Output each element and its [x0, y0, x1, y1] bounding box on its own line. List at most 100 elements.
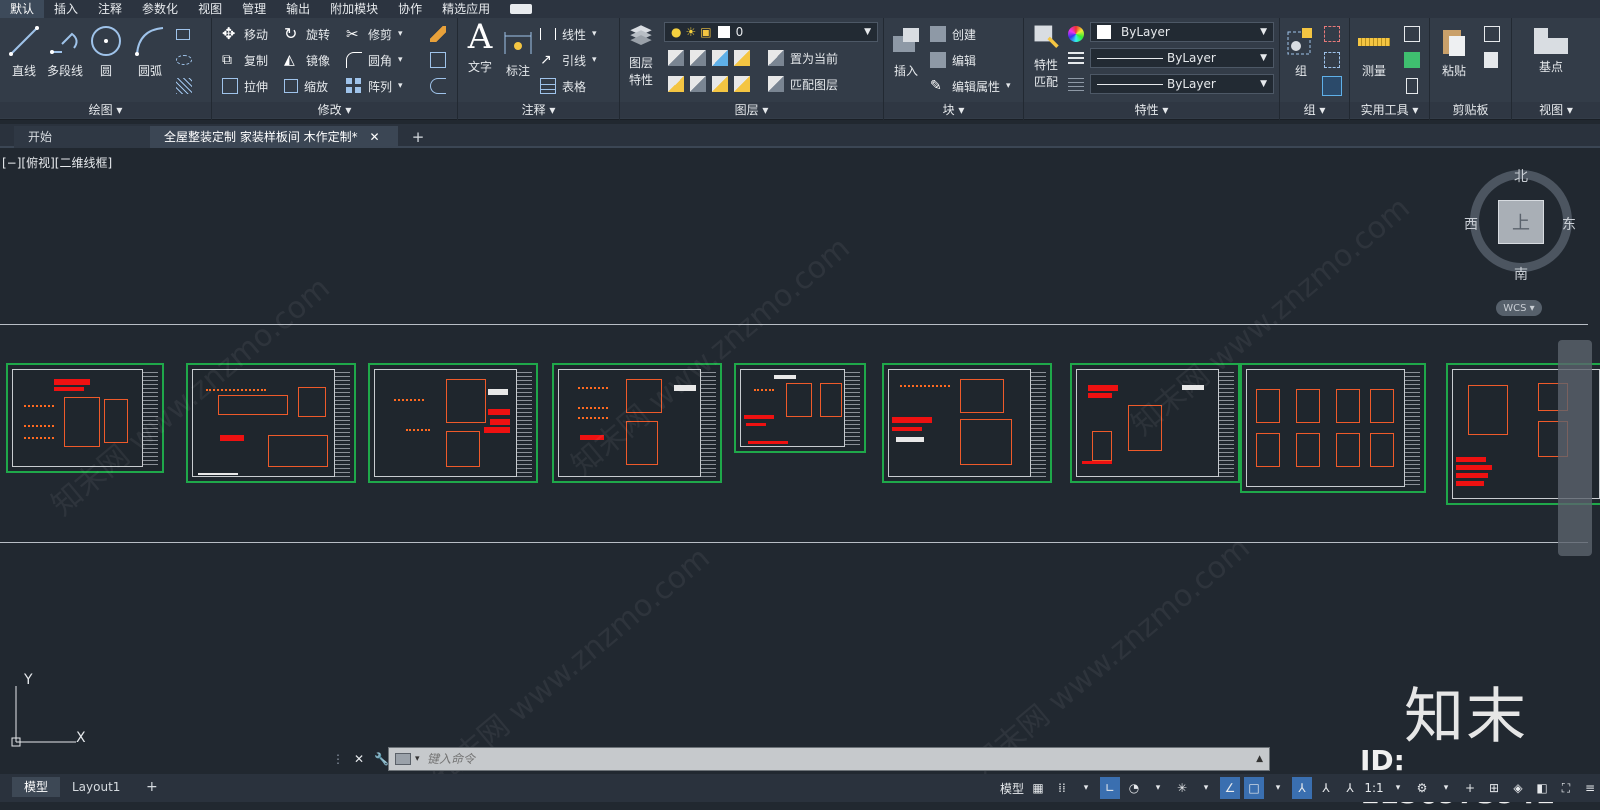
- hatch-button[interactable]: [176, 76, 192, 96]
- insert-button[interactable]: 插入: [888, 24, 924, 79]
- isolate-objects-icon[interactable]: ◧: [1532, 777, 1552, 799]
- menu-manage[interactable]: 管理: [232, 0, 276, 18]
- group-button[interactable]: 组: [1284, 24, 1318, 79]
- arc-button[interactable]: 圆弧: [132, 24, 168, 79]
- set-current-button[interactable]: 置为当前: [768, 48, 838, 68]
- clipboard-panel-title[interactable]: 剪贴板: [1430, 102, 1511, 118]
- isodraft-icon[interactable]: ✳: [1172, 777, 1192, 799]
- quick-properties-icon[interactable]: ◈: [1508, 777, 1528, 799]
- layer-previous-icon[interactable]: [690, 76, 706, 92]
- camera-icon[interactable]: [510, 4, 533, 14]
- snap-icon[interactable]: ⁞⁞: [1052, 777, 1072, 799]
- auto-scale-icon[interactable]: ⅄: [1316, 777, 1336, 799]
- compass-north[interactable]: 北: [1514, 166, 1528, 186]
- match-layer-button[interactable]: 匹配图层: [768, 74, 838, 94]
- trim-button[interactable]: ✂ 修剪 ▾: [346, 24, 403, 44]
- annotation-scale-icon[interactable]: ⅄: [1340, 777, 1360, 799]
- scale-dropdown[interactable]: ▾: [1388, 777, 1408, 799]
- tab-start[interactable]: 开始: [14, 126, 150, 148]
- rectangle-button[interactable]: [176, 24, 190, 44]
- offset-button[interactable]: [430, 76, 446, 96]
- polar-dropdown[interactable]: ▾: [1148, 777, 1168, 799]
- layer-properties-button[interactable]: 图层 特性: [622, 22, 660, 88]
- snap-dropdown[interactable]: ▾: [1076, 777, 1096, 799]
- block-panel-title[interactable]: 块 ▾: [884, 102, 1023, 118]
- create-block-button[interactable]: 创建: [930, 24, 976, 44]
- menu-default[interactable]: 默认: [0, 0, 45, 18]
- modify-panel-title[interactable]: 修改 ▾: [212, 102, 457, 118]
- calculator-icon[interactable]: [1406, 78, 1418, 94]
- add-layout-button[interactable]: +: [134, 777, 170, 797]
- compass-east[interactable]: 东: [1562, 214, 1576, 234]
- group-edit-icon[interactable]: [1324, 52, 1340, 68]
- move-button[interactable]: ✥ 移动: [222, 24, 268, 44]
- menu-collaborate[interactable]: 协作: [388, 0, 432, 18]
- workspace-gear-icon[interactable]: ⚙: [1412, 777, 1432, 799]
- line-button[interactable]: 直线: [4, 24, 44, 79]
- clean-screen-icon[interactable]: ⛶: [1556, 777, 1576, 799]
- layer-match-icon[interactable]: [668, 76, 684, 92]
- menu-output[interactable]: 输出: [276, 0, 320, 18]
- scale-button[interactable]: 缩放: [284, 76, 328, 96]
- layers-panel-title[interactable]: 图层 ▾: [620, 102, 883, 118]
- copy-button[interactable]: ⧉ 复制: [222, 50, 268, 70]
- menu-annotate[interactable]: 注释: [88, 0, 132, 18]
- leader-button[interactable]: ↗ 引线 ▾: [540, 50, 597, 70]
- paste-button[interactable]: 粘贴: [1436, 24, 1472, 79]
- customize-wrench-icon[interactable]: 🔧: [374, 752, 389, 766]
- wcs-menu[interactable]: WCS ▾: [1496, 300, 1542, 316]
- drawing-sheet[interactable]: [368, 363, 538, 483]
- ungroup-icon[interactable]: [1324, 26, 1340, 42]
- measure-button[interactable]: 测量: [1354, 24, 1394, 79]
- grid-icon[interactable]: ▦: [1028, 777, 1048, 799]
- menu-addins[interactable]: 附加模块: [320, 0, 388, 18]
- lineweight-icon[interactable]: [1068, 52, 1084, 66]
- annotation-scale-value[interactable]: 1:1: [1364, 777, 1384, 799]
- annotation-monitor-icon[interactable]: +: [1460, 777, 1480, 799]
- explode-button[interactable]: [430, 50, 446, 70]
- command-input[interactable]: [427, 752, 1247, 766]
- object-snap-icon[interactable]: □: [1244, 777, 1264, 799]
- mirror-button[interactable]: ◭ 镜像: [284, 50, 330, 70]
- ortho-icon[interactable]: ∟: [1100, 777, 1120, 799]
- object-snap-tracking-icon[interactable]: ∠: [1220, 777, 1240, 799]
- utilities-panel-title[interactable]: 实用工具 ▾: [1350, 102, 1429, 118]
- view-panel-title[interactable]: 视图 ▾: [1512, 102, 1600, 118]
- layer-unlock-icon[interactable]: [734, 76, 750, 92]
- color-dropdown[interactable]: ByLayer ▼: [1090, 22, 1274, 42]
- menu-insert[interactable]: 插入: [44, 0, 88, 18]
- text-button[interactable]: A 文字: [462, 20, 498, 75]
- rotate-button[interactable]: ↻ 旋转: [284, 24, 330, 44]
- groups-panel-title[interactable]: 组 ▾: [1280, 102, 1349, 118]
- lineweight-dropdown[interactable]: ByLayer ▼: [1090, 74, 1274, 94]
- model-space-button[interactable]: 模型: [1000, 777, 1024, 799]
- linetype-icon[interactable]: [1068, 78, 1084, 92]
- annotation-panel-title[interactable]: 注释 ▾: [458, 102, 619, 118]
- close-tab-icon[interactable]: ✕: [369, 130, 379, 144]
- select-all-icon[interactable]: [1404, 52, 1420, 68]
- command-prompt-icon[interactable]: [395, 753, 411, 765]
- properties-panel-title[interactable]: 特性 ▾: [1024, 102, 1279, 118]
- osnap-dropdown[interactable]: ▾: [1268, 777, 1288, 799]
- tab-active-drawing[interactable]: 全屋整装定制 家装样板间 木作定制* ✕: [150, 126, 398, 148]
- command-history-toggle[interactable]: ▲: [1256, 754, 1263, 764]
- layer-isolate-icon[interactable]: [690, 50, 706, 66]
- tab-model[interactable]: 模型: [12, 777, 61, 797]
- quick-select-icon[interactable]: [1404, 26, 1420, 42]
- ellipse-button[interactable]: [176, 50, 192, 70]
- color-wheel-icon[interactable]: [1068, 26, 1084, 42]
- layer-off-icon[interactable]: [668, 50, 684, 66]
- polar-icon[interactable]: ◔: [1124, 777, 1144, 799]
- annotation-visibility-icon[interactable]: ⅄: [1292, 777, 1312, 799]
- compass-west[interactable]: 西: [1464, 214, 1478, 234]
- compass-south[interactable]: 南: [1514, 264, 1528, 284]
- grip-icon[interactable]: ⋮: [332, 752, 344, 766]
- drawing-viewport[interactable]: [−][俯视][二维线框] 知末网 www.znzmo.com 知末网 www.…: [0, 150, 1600, 793]
- stretch-button[interactable]: 拉伸: [222, 76, 268, 96]
- layer-dropdown[interactable]: ● ☀ ▣ 0 ▼: [664, 22, 878, 42]
- linear-button[interactable]: 线性 ▾: [540, 24, 597, 44]
- drawing-sheet[interactable]: [1240, 363, 1426, 493]
- customization-menu-icon[interactable]: ≡: [1580, 777, 1600, 799]
- match-properties-button[interactable]: 特性 匹配: [1026, 22, 1066, 90]
- viewport-controls-label[interactable]: [−][俯视][二维线框]: [2, 154, 112, 171]
